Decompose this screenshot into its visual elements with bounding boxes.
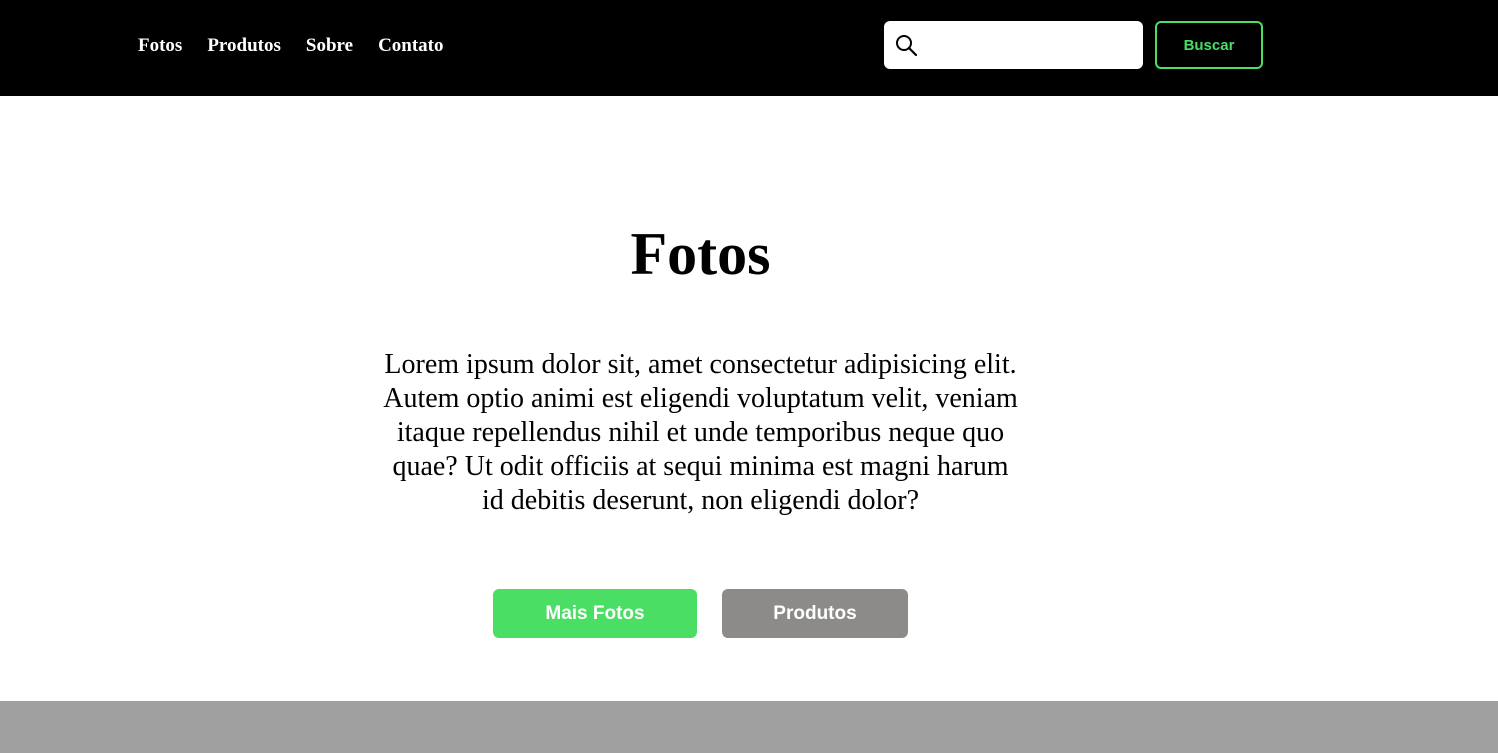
page-title: Fotos	[630, 221, 771, 287]
search-box[interactable]	[884, 21, 1143, 69]
buscar-button[interactable]: Buscar	[1155, 21, 1263, 69]
nav-link-produtos[interactable]: Produtos	[207, 34, 281, 58]
mais-fotos-button[interactable]: Mais Fotos	[493, 589, 697, 638]
main-nav: Fotos Produtos Sobre Contato	[138, 34, 444, 58]
produtos-button[interactable]: Produtos	[722, 589, 908, 638]
nav-link-sobre[interactable]: Sobre	[306, 34, 353, 58]
hero-text: Lorem ipsum dolor sit, amet consectetur …	[383, 349, 1018, 516]
footer	[0, 701, 1498, 753]
nav-link-contato[interactable]: Contato	[378, 34, 443, 58]
search-icon	[896, 35, 917, 56]
top-navbar: Fotos Produtos Sobre Contato Buscar	[0, 0, 1498, 96]
search-input[interactable]	[924, 29, 1134, 61]
nav-link-fotos[interactable]: Fotos	[138, 34, 182, 58]
